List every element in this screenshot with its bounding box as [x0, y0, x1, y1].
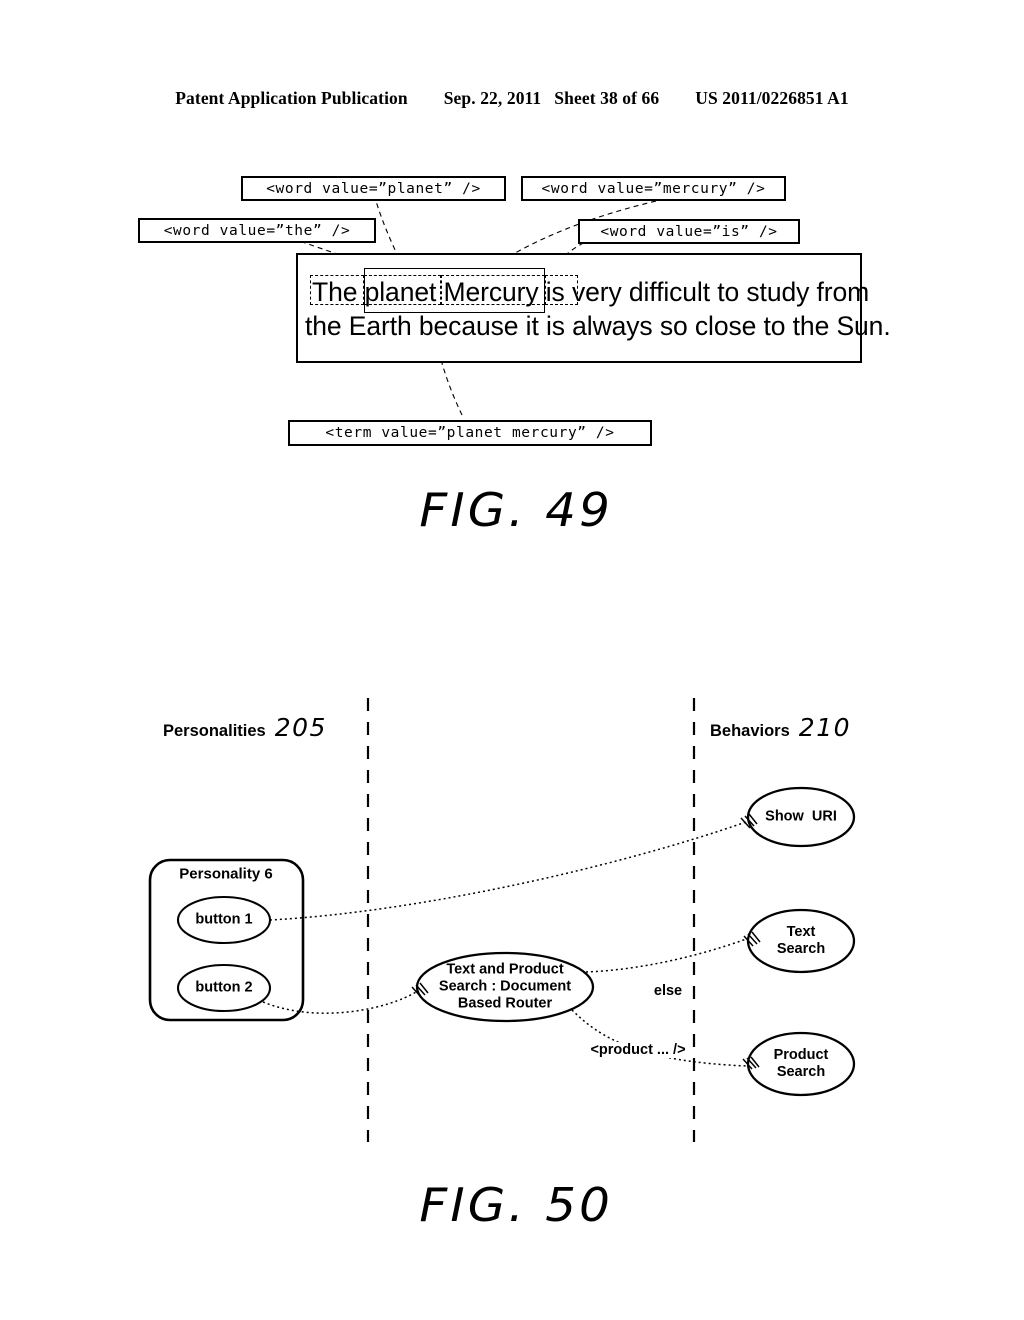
- xml-tag-term: <term value=”planet mercury” />: [288, 420, 652, 446]
- edge-button1-to-showuri: [269, 821, 747, 921]
- column-label-behaviors: Behaviors 210: [710, 713, 851, 742]
- product-search-ellipse: [746, 1031, 856, 1097]
- column-label-personalities: Personalities 205: [163, 713, 327, 742]
- personalities-label-text: Personalities: [163, 722, 266, 740]
- sentence-text: The planet Mercury is very difficult to …: [305, 275, 891, 343]
- edge-label-else: else: [653, 983, 683, 999]
- xml-tag-text: <word value=”mercury” />: [541, 180, 766, 197]
- router-ellipse: [415, 951, 595, 1023]
- xml-tag-word-planet: <word value=”planet” />: [241, 176, 506, 201]
- xml-tag-text: <word value=”planet” />: [266, 180, 481, 197]
- behaviors-label-text: Behaviors: [710, 722, 790, 740]
- sentence-line-2: the Earth because it is always so close …: [305, 311, 891, 341]
- show-uri-ellipse: [746, 786, 856, 848]
- xml-tag-text: <word value=”is” />: [600, 223, 778, 240]
- behaviors-ref-number: 210: [798, 713, 852, 742]
- edge-button2-to-router: [262, 991, 417, 1014]
- header-sheet-number: Sheet 38 of 66: [554, 88, 660, 108]
- fig49-caption: FIG. 49: [419, 483, 614, 537]
- header-patent-number: US 2011/0226851 A1: [695, 88, 849, 108]
- personalities-ref-number: 205: [274, 713, 327, 742]
- personality-group-title: Personality 6: [179, 865, 273, 883]
- fig50-diagram: [148, 698, 856, 1142]
- text-search-ellipse: [746, 908, 856, 974]
- sentence-line-1: The planet Mercury is very difficult to …: [312, 277, 870, 307]
- fig50-caption: FIG. 50: [419, 1178, 614, 1232]
- xml-tag-word-is: <word value=”is” />: [578, 219, 800, 244]
- header-publication: Patent Application Publication: [175, 88, 408, 108]
- xml-tag-word-the: <word value=”the” />: [138, 218, 376, 243]
- edge-router-to-textsearch: [585, 937, 750, 973]
- edge-label-product: <product ... />: [590, 1042, 686, 1058]
- header-date: Sep. 22, 2011: [443, 88, 542, 108]
- page-header: Patent Application Publication Sep. 22, …: [0, 88, 1024, 109]
- xml-tag-word-mercury: <word value=”mercury” />: [521, 176, 786, 201]
- button-2-ellipse: [176, 963, 272, 1013]
- button-1-ellipse: [176, 895, 272, 945]
- sentence-panel: The planet Mercury is very difficult to …: [296, 253, 891, 363]
- xml-tag-text: <term value=”planet mercury” />: [325, 425, 615, 441]
- xml-tag-text: <word value=”the” />: [163, 222, 351, 239]
